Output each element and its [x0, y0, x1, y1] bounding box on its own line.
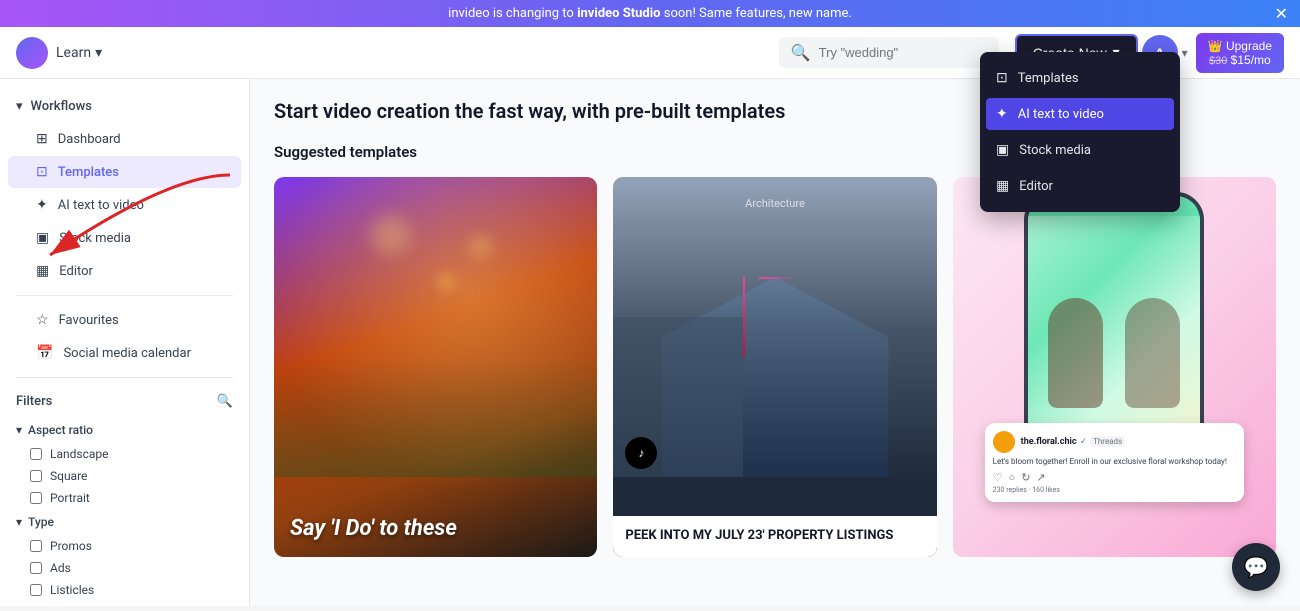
filter-slideshow[interactable]: Slideshow: [0, 601, 249, 606]
sidebar-item-favourites[interactable]: ☆ Favourites: [8, 304, 241, 336]
chevron-down-icon: ▾: [16, 99, 23, 114]
card-overlay: Say 'I Do' to these: [274, 500, 597, 557]
dropdown-item-stock-media[interactable]: ▣ Stock media: [980, 132, 1180, 168]
editor-icon: ▦: [36, 263, 49, 279]
search-input[interactable]: [819, 45, 987, 60]
template-card-wedding[interactable]: Say 'I Do' to these: [274, 177, 597, 557]
sidebar-item-ai-text[interactable]: ✦ AI text to video: [8, 189, 241, 221]
workflows-section[interactable]: ▾ Workflows: [0, 91, 249, 122]
promos-checkbox[interactable]: [30, 540, 42, 552]
dropdown-item-editor[interactable]: ▦ Editor: [980, 168, 1180, 204]
ai-text-icon: ✦: [36, 197, 48, 213]
stock-media-icon: ▣: [996, 142, 1009, 158]
listicles-checkbox[interactable]: [30, 584, 42, 596]
banner-close-button[interactable]: ✕: [1275, 4, 1288, 24]
aspect-ratio-filter-group[interactable]: ▾ Aspect ratio: [0, 417, 249, 443]
create-new-dropdown: ⊡ Templates ✦ AI text to video ▣ Stock m…: [980, 52, 1180, 212]
dashboard-icon: ⊞: [36, 131, 48, 147]
stock-media-icon: ▣: [36, 230, 49, 246]
dropdown-item-templates[interactable]: ⊡ Templates: [980, 60, 1180, 96]
sidebar-item-editor[interactable]: ▦ Editor: [8, 255, 241, 287]
logo: [16, 37, 48, 69]
type-filter-group[interactable]: ▾ Type: [0, 509, 249, 535]
ai-text-icon: ✦: [996, 106, 1008, 122]
sidebar-divider: [16, 295, 233, 296]
search-icon: 🔍: [791, 43, 811, 62]
sidebar-item-social-calendar[interactable]: 📅 Social media calendar: [8, 337, 241, 369]
banner-text: invideo is changing to invideo Studio so…: [448, 6, 852, 21]
social-description: Let's bloom together! Enroll in our excl…: [993, 457, 1236, 467]
crown-icon: 👑: [1208, 39, 1223, 53]
landscape-checkbox[interactable]: [30, 448, 42, 460]
announcement-banner: invideo is changing to invideo Studio so…: [0, 0, 1300, 27]
filter-portrait[interactable]: Portrait: [0, 487, 249, 509]
sidebar-item-dashboard[interactable]: ⊞ Dashboard: [8, 123, 241, 155]
social-username: the.floral.chic: [1021, 437, 1077, 447]
chat-button[interactable]: 💬: [1232, 543, 1280, 591]
sidebar-item-templates[interactable]: ⊡ Templates: [8, 156, 241, 188]
sidebar-divider-2: [16, 377, 233, 378]
card-text: Say 'I Do' to these: [290, 516, 581, 541]
card-title: PEEK INTO MY JULY 23' PROPERTY LISTINGS: [625, 528, 924, 545]
calendar-icon: 📅: [36, 345, 53, 361]
templates-icon: ⊡: [996, 70, 1008, 86]
editor-icon: ▦: [996, 178, 1009, 194]
filter-listicles[interactable]: Listicles: [0, 579, 249, 601]
template-card-property[interactable]: Architecture ♪ PEEK INTO MY JULY 23' PRO…: [613, 177, 936, 557]
templates-icon: ⊡: [36, 164, 48, 180]
search-bar[interactable]: 🔍: [779, 37, 999, 68]
chevron-down-icon: ▾: [95, 45, 102, 61]
filter-promos[interactable]: Promos: [0, 535, 249, 557]
upgrade-button[interactable]: 👑 Upgrade $30 $15/mo: [1196, 33, 1284, 73]
template-card-floral[interactable]: the.floral.chic ✓ Threads Let's bloom to…: [953, 177, 1276, 557]
dropdown-item-ai-text[interactable]: ✦ AI text to video: [986, 98, 1174, 130]
filter-square[interactable]: Square: [0, 465, 249, 487]
filter-ads[interactable]: Ads: [0, 557, 249, 579]
chevron-down-icon: ▾: [16, 515, 22, 529]
portrait-checkbox[interactable]: [30, 492, 42, 504]
chevron-down-icon: ▾: [16, 423, 22, 437]
upgrade-label: 👑 Upgrade: [1208, 39, 1272, 53]
chevron-down-icon: ▾: [1182, 46, 1188, 60]
ads-checkbox[interactable]: [30, 562, 42, 574]
filters-header: Filters 🔍: [0, 386, 249, 417]
sidebar: ▾ Workflows ⊞ Dashboard ⊡ Templates ✦ AI…: [0, 79, 250, 606]
learn-menu[interactable]: Learn ▾: [56, 45, 102, 61]
square-checkbox[interactable]: [30, 470, 42, 482]
sidebar-item-stock-media[interactable]: ▣ Stock media: [8, 222, 241, 254]
chat-icon: 💬: [1244, 555, 1269, 580]
templates-grid: Say 'I Do' to these Architecture ♪ PEEK …: [274, 177, 1276, 557]
filter-landscape[interactable]: Landscape: [0, 443, 249, 465]
search-icon[interactable]: 🔍: [217, 394, 233, 409]
star-icon: ☆: [36, 312, 49, 328]
